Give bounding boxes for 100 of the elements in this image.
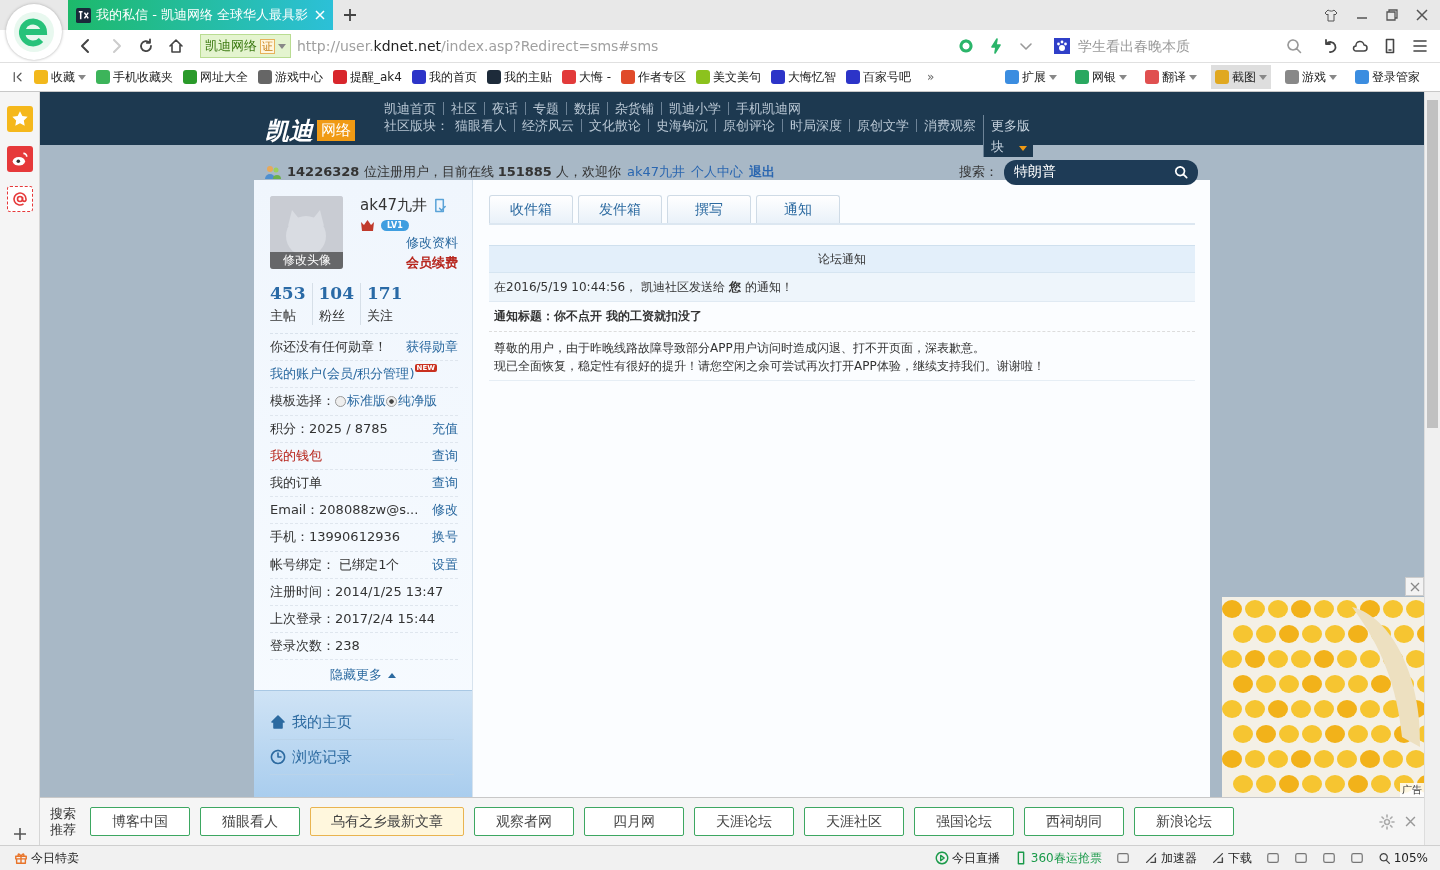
recommend-button[interactable]: 天涯论坛 [693,807,794,836]
board-link[interactable]: 时局深度 [782,119,849,132]
profile-link[interactable]: 查询 [432,446,458,465]
count-value[interactable]: 171 [367,283,403,303]
profile-link[interactable]: 查询 [432,474,458,493]
radio-dot[interactable] [386,395,397,407]
account-link[interactable]: 我的账户(会员/积分管理) [270,365,415,384]
renew-link[interactable]: 会员续费 [406,253,458,273]
bookmark-link[interactable]: 游戏中心 [258,68,323,86]
template-radio[interactable]: 纯净版 [386,392,437,411]
nav-link[interactable]: 凯迪小学 [661,102,728,115]
nav-link[interactable]: 凯迪首页 [384,102,443,115]
profile-link[interactable]: 设置 [432,555,458,574]
count-value[interactable]: 104 [318,283,354,303]
menu-item[interactable]: 浏览记录 [270,740,454,776]
deals-link[interactable]: 今日特卖 [14,849,79,867]
more-bookmarks[interactable]: » [927,70,935,84]
menu-item[interactable]: 我的主页 [270,705,454,741]
cloud-icon[interactable] [1352,38,1368,54]
profile-link[interactable]: 换号 [432,528,458,547]
add-icon[interactable] [12,827,27,841]
scrollbar[interactable] [1424,92,1440,845]
recommend-button[interactable]: 天涯社区 [803,807,904,836]
undo-icon[interactable] [1322,38,1338,54]
bookmark-link[interactable]: 我的首页 [411,68,477,86]
recommend-button[interactable]: 观察者网 [473,807,574,836]
browser-logo[interactable] [6,4,62,60]
status-icon[interactable] [1265,851,1280,865]
toolbar-tool[interactable]: 扩展 [1001,65,1061,89]
status-tool[interactable]: 加速器 [1143,849,1197,867]
board-link[interactable]: 原创评论 [715,119,782,132]
bookmark-link[interactable]: 收藏 [34,68,86,86]
url-field[interactable]: http://user.kdnet.net/index.asp?Redirect=sms#sms [297,38,659,54]
site-logo[interactable]: 凯迪 网络 [254,92,384,157]
board-link[interactable]: 原创文学 [849,119,916,132]
status-tool[interactable]: 下载 [1210,849,1252,867]
profile-link[interactable]: 充值 [432,419,458,438]
status-icon[interactable] [1349,851,1364,865]
bookmark-link[interactable]: 百家号吧 [846,68,912,86]
bookmark-link[interactable]: 作者专区 [621,68,687,86]
site-badge[interactable]: 凯迪网络 证 [200,34,291,58]
nav-link[interactable]: 夜话 [484,102,525,115]
nav-link[interactable]: 杂货铺 [607,102,661,115]
recommend-button[interactable]: 新浪论坛 [1133,807,1234,836]
status-icon[interactable] [1115,851,1130,865]
profile-text: 上次登录：2017/2/4 15:44 [270,609,435,628]
mailbox-tab[interactable]: 发件箱 [578,195,662,223]
mailbox-tab[interactable]: 通知 [756,195,840,223]
board-link[interactable]: 经济风云 [514,119,581,132]
board-link[interactable]: 猫眼看人 [455,119,514,132]
close-icon[interactable] [1405,816,1416,827]
toolbar-tool[interactable]: 截图 [1211,65,1271,89]
close-icon[interactable] [1416,9,1428,21]
status-icon[interactable] [1321,851,1336,865]
profile-link[interactable]: 修改 [432,501,458,520]
hide-more-link[interactable]: 隐藏更多 [330,666,396,685]
count-value[interactable]: 453 [270,283,306,303]
toolbar-tool[interactable]: 网银 [1071,65,1131,89]
toolbar-tool[interactable]: 登录管家 [1351,65,1424,89]
radio-dot[interactable] [335,395,346,407]
toolbar-tool[interactable]: 游戏 [1281,65,1341,89]
more-boards-link[interactable]: 更多版块 [983,115,1033,157]
bookmark-link[interactable]: 提醒_ak4 [333,68,402,86]
nav-link[interactable]: 专题 [525,102,566,115]
recommend-button[interactable]: 博客中国 [89,807,190,836]
site-search-field[interactable]: 特朗普 [1004,159,1198,185]
edit-profile-link[interactable]: 修改资料 [406,233,458,253]
mailbox-tab[interactable]: 收件箱 [489,195,573,223]
nav-link[interactable]: 社区 [443,102,484,115]
template-radio[interactable]: 标准版 [335,392,386,411]
weibo-icon[interactable] [6,146,33,172]
nav-link[interactable]: 数据 [566,102,607,115]
bookmark-link[interactable]: 大悔忆智 [771,68,837,86]
at-sign-icon[interactable] [6,186,33,212]
profile-link[interactable]: 获得勋章 [406,338,458,357]
bookmark-link[interactable]: 网址大全 [183,68,248,86]
mailbox-tab[interactable]: 撰写 [667,195,751,223]
status-icon[interactable] [1293,851,1308,865]
recommend-button[interactable]: 乌有之乡最新文章 [309,807,464,836]
zoom-level[interactable]: 105% [1377,851,1428,865]
nav-link[interactable]: 手机凯迪网 [728,102,808,115]
restore-icon[interactable] [1386,9,1398,21]
live-link[interactable]: 今日直播 [934,849,1000,867]
recommend-button[interactable]: 西祠胡同 [1023,807,1124,836]
bookmark-link[interactable]: 手机收藏夹 [96,68,173,86]
board-link[interactable]: 文化散论 [581,119,648,132]
bookmark-link[interactable]: 我的主贴 [486,68,552,86]
toolbar-tool[interactable]: 翻译 [1141,65,1201,89]
reload-icon[interactable] [138,38,154,54]
recommend-button[interactable]: 四月网 [583,807,684,836]
board-link[interactable]: 史海钩沉 [648,119,715,132]
skin-icon[interactable] [1324,8,1338,22]
home-icon[interactable] [168,38,184,54]
search-field[interactable]: 学生看出春晚本质 [1076,37,1280,55]
menu-icon[interactable] [1412,38,1428,54]
change-avatar-link[interactable]: 修改头像 [270,252,343,269]
recommend-button[interactable]: 强国论坛 [913,807,1014,836]
recommend-button[interactable]: 猫眼看人 [199,807,300,836]
bookmark-link[interactable]: 美文美句 [696,68,762,86]
bookmark-link[interactable]: 大悔 - [561,68,612,86]
